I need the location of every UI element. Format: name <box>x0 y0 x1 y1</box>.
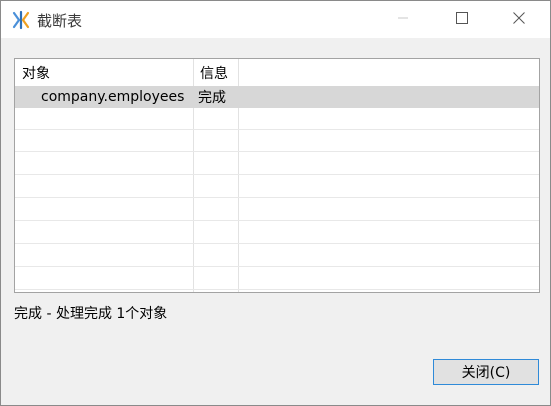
column-header-info[interactable]: 信息 <box>200 59 228 86</box>
empty-row <box>15 268 539 290</box>
empty-row <box>15 108 539 130</box>
status-text: 完成 - 处理完成 1个对象 <box>14 306 168 322</box>
minimize-icon <box>397 12 409 28</box>
column-header-object[interactable]: 对象 <box>22 59 50 86</box>
close-icon <box>513 11 525 28</box>
results-table[interactable]: 对象 信息 company.employees 完成 <box>14 58 540 293</box>
table-row[interactable]: company.employees 完成 <box>15 86 539 108</box>
dialog-window: 截断表 对象 信息 company.employees 完成 完成 - 处理完成… <box>0 0 551 406</box>
close-window-button[interactable] <box>496 1 542 38</box>
window-title: 截断表 <box>37 12 83 30</box>
cell-object: company.employees <box>41 89 185 105</box>
cell-info: 完成 <box>198 90 226 106</box>
maximize-icon <box>456 11 468 28</box>
title-bar[interactable]: 截断表 <box>1 1 550 38</box>
table-header: 对象 信息 <box>15 59 539 86</box>
kettle-app-icon <box>11 10 31 30</box>
empty-row <box>15 176 539 198</box>
minimize-button[interactable] <box>380 1 426 38</box>
maximize-button[interactable] <box>439 1 485 38</box>
empty-row <box>15 153 539 175</box>
close-button[interactable]: 关闭(C) <box>433 359 539 385</box>
empty-row <box>15 245 539 267</box>
empty-row <box>15 130 539 152</box>
empty-row <box>15 199 539 221</box>
empty-row <box>15 222 539 244</box>
